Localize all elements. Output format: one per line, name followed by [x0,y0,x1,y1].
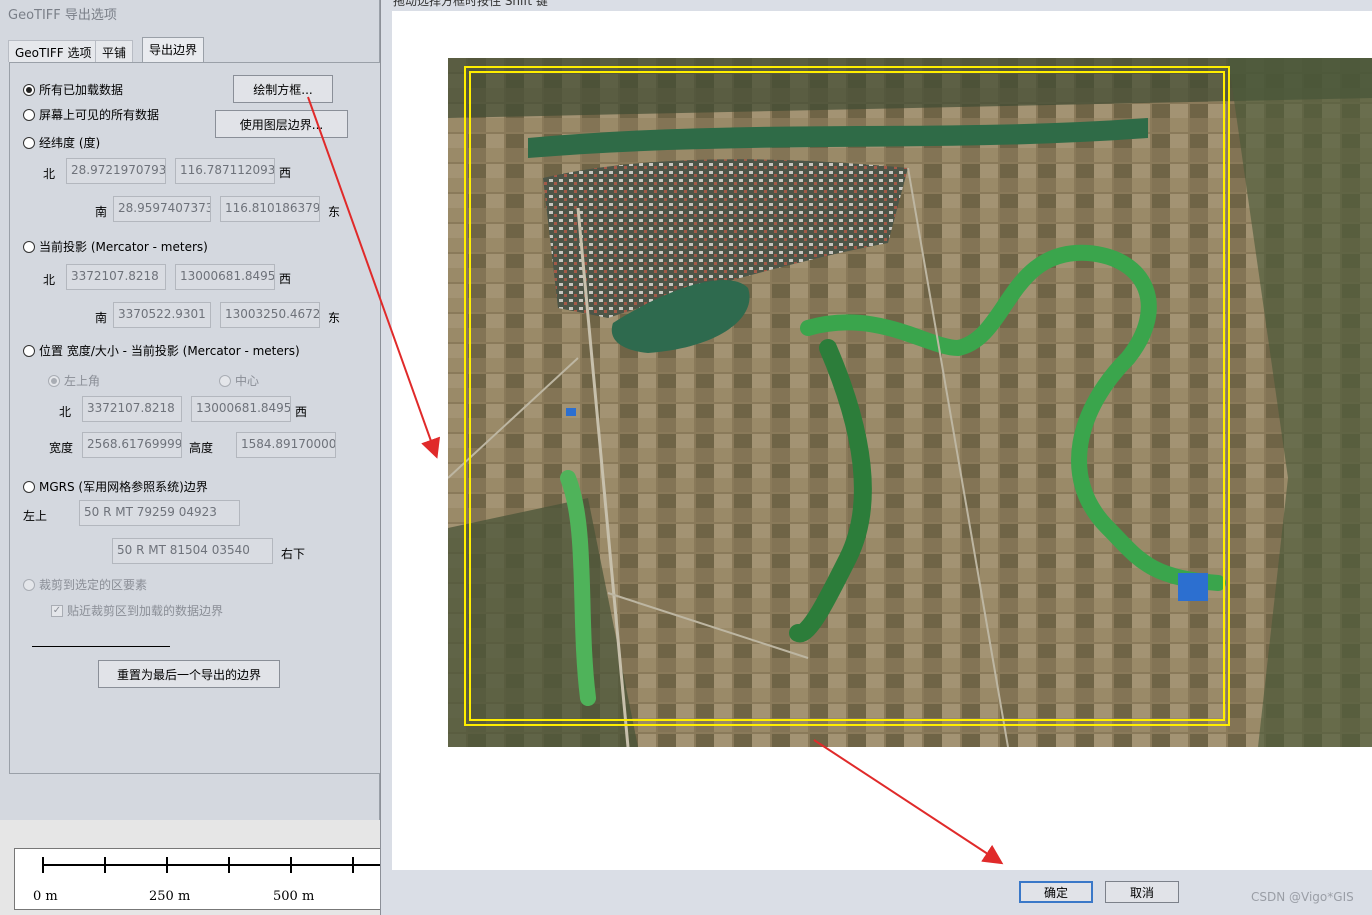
radio-dot [48,374,60,387]
map-view[interactable]: 0 m 250 m 500 m [0,820,394,915]
reset-bounds-button[interactable]: 重置为最后一个导出的边界 [98,660,280,688]
north-label: 北 [59,405,72,419]
position-north-field[interactable]: 3372107.8218 [82,396,182,422]
height-label: 高度 [189,441,214,455]
proj-west-field[interactable]: 13000681.8495 [175,264,275,290]
mgrs-top-left-field[interactable]: 50 R MT 79259 04923 [79,500,240,526]
latlon-west-field[interactable]: 116.7871120938 [175,158,275,184]
east-label: 东 [328,311,341,325]
east-label: 东 [328,205,341,219]
use-layer-bounds-button[interactable]: 使用图层边界... [215,110,348,138]
latlon-north-field[interactable]: 28.97219707931 [66,158,166,184]
north-label: 北 [43,167,56,181]
radio-dot [219,374,231,387]
scale-label-500: 500 m [273,889,314,904]
radio-dot [23,108,35,121]
selection-canvas[interactable] [392,11,1372,870]
dialog-title: 拖动选择方框时按住 Shift 键 [393,0,548,8]
radio-latlon[interactable]: 经纬度 (度) [23,134,100,151]
height-field[interactable]: 1584.891700000 [236,432,336,458]
radio-dot [23,344,35,357]
watermark: CSDN @Vigo*GIS [1251,890,1354,904]
north-label: 北 [43,273,56,287]
tab-export-bounds[interactable]: 导出边界 [142,37,205,63]
latlon-east-field[interactable]: 116.8101863792 [220,196,320,222]
ok-button[interactable]: 确定 [1019,881,1093,903]
radio-current-projection[interactable]: 当前投影 (Mercator - meters) [23,238,208,255]
radio-dot [23,136,35,149]
cancel-button[interactable]: 取消 [1105,881,1179,903]
separator-line [32,646,170,647]
south-label: 南 [95,311,108,325]
radio-position-size[interactable]: 位置 宽度/大小 - 当前投影 (Mercator - meters) [23,342,300,359]
radio-dot [23,480,35,493]
radio-center[interactable]: 中心 [219,372,259,389]
geotiff-export-dialog: GeoTIFF 导出选项 GeoTIFF 选项 平铺 导出边界 所有已加载数据 … [0,0,382,820]
dialog-title: GeoTIFF 导出选项 [8,8,117,23]
radio-dot [23,578,35,591]
radio-crop-to-feature[interactable]: 裁剪到选定的区要素 [23,576,147,593]
scale-bar: 0 m 250 m 500 m [33,857,387,904]
proj-east-field[interactable]: 13003250.4672 [220,302,320,328]
satellite-image[interactable] [448,58,1372,747]
radio-mgrs[interactable]: MGRS (军用网格参照系统)边界 [23,478,208,495]
mgrs-bottom-right-label: 右下 [281,547,306,561]
tab-geotiff-options[interactable]: GeoTIFF 选项 [8,40,99,62]
scale-label-0: 0 m [33,889,58,904]
draw-box-dialog: 拖动选择方框时按住 Shift 键 确定 取消 [380,0,1372,915]
proj-south-field[interactable]: 3370522.9301 [113,302,211,328]
radio-dot [23,240,35,253]
latlon-south-field[interactable]: 28.95974073736 [113,196,211,222]
blue-roof [566,408,576,416]
scale-bar-frame: 0 m 250 m 500 m [14,848,394,910]
radio-all-loaded[interactable]: 所有已加载数据 [23,81,123,98]
radio-dot [23,83,35,96]
blue-roof [1178,573,1208,601]
mgrs-top-left-label: 左上 [23,509,48,523]
south-label: 南 [95,205,108,219]
west-label: 西 [295,405,308,419]
position-west-field[interactable]: 13000681.8495 [191,396,291,422]
west-label: 西 [279,166,292,180]
proj-north-field[interactable]: 3372107.8218 [66,264,166,290]
radio-top-left-corner[interactable]: 左上角 [48,372,100,389]
mgrs-bottom-right-field[interactable]: 50 R MT 81504 03540 [112,538,273,564]
scale-label-250: 250 m [149,889,190,904]
snap-crop-checkbox[interactable]: ✓ 贴近裁剪区到加载的数据边界 [51,602,223,619]
checkbox-box: ✓ [51,604,63,617]
width-label: 宽度 [49,441,74,455]
width-field[interactable]: 2568.617699999 [82,432,182,458]
tab-tiling[interactable]: 平铺 [95,40,134,62]
radio-screen-visible[interactable]: 屏幕上可见的所有数据 [23,106,159,123]
west-label: 西 [279,272,292,286]
draw-box-button[interactable]: 绘制方框... [233,75,333,103]
